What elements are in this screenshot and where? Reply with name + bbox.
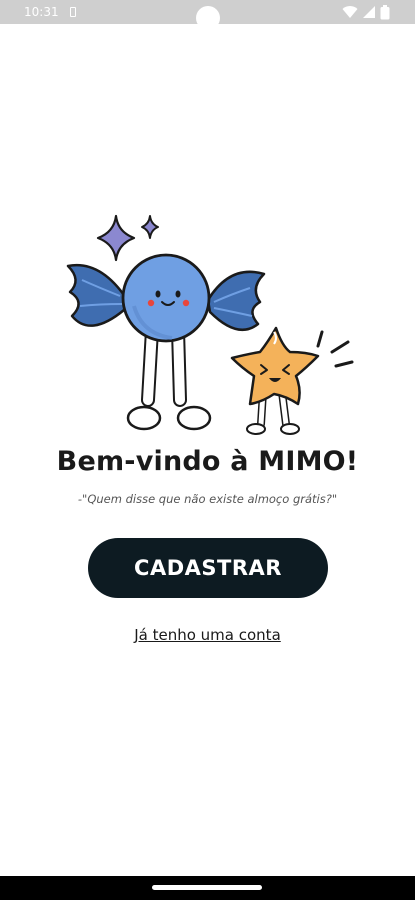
register-button[interactable]: CADASTRAR bbox=[88, 538, 328, 598]
signal-icon bbox=[363, 6, 375, 18]
star-mascot bbox=[230, 326, 320, 435]
camera-cutout bbox=[196, 6, 220, 30]
sparkle-icon bbox=[96, 214, 159, 262]
welcome-quote: -"Quem disse que não existe almoço gráti… bbox=[77, 492, 338, 506]
login-link[interactable]: Já tenho uma conta bbox=[0, 626, 415, 644]
battery-icon bbox=[380, 5, 390, 20]
status-time: 10:31 bbox=[24, 5, 59, 19]
wifi-icon bbox=[342, 6, 358, 19]
welcome-title: Bem-vindo à MIMO! bbox=[56, 446, 359, 477]
mascot-illustration bbox=[66, 214, 354, 435]
home-indicator[interactable] bbox=[152, 885, 262, 890]
candy-mascot bbox=[66, 253, 266, 431]
excitement-lines bbox=[316, 330, 354, 368]
sim-card-icon bbox=[70, 7, 76, 17]
